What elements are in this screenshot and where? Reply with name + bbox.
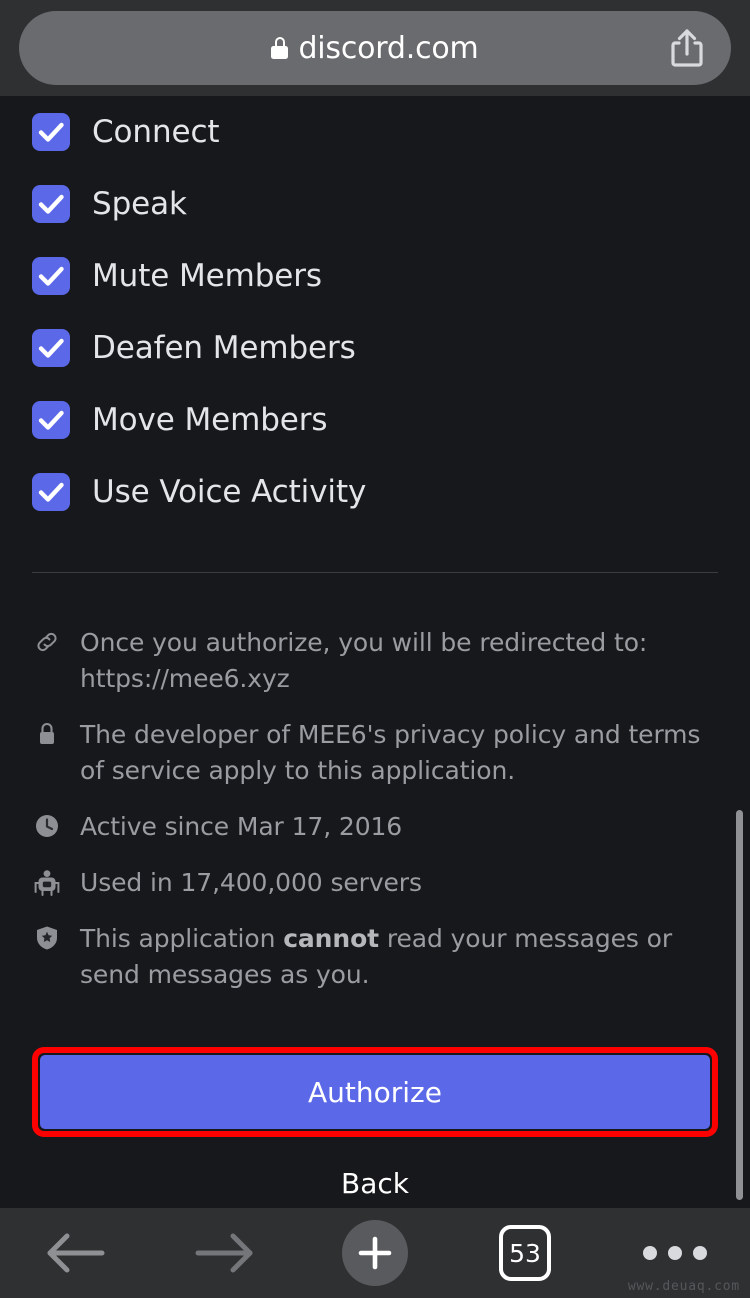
url-bar[interactable]: discord.com xyxy=(19,11,731,85)
info-row-message-scope: This application cannot read your messag… xyxy=(32,921,718,993)
info-row-redirect: Once you authorize, you will be redirect… xyxy=(32,625,718,697)
checkbox-checked-icon[interactable] xyxy=(32,401,70,439)
browser-bottom-toolbar: 53 www.deuaq.com xyxy=(0,1208,750,1298)
browser-window: discord.com Connect Speak Mute Members D… xyxy=(0,0,750,1298)
new-tab-button[interactable] xyxy=(300,1208,450,1298)
permission-label: Speak xyxy=(92,185,187,222)
robot-icon xyxy=(32,865,62,899)
page-scrollbar[interactable] xyxy=(736,810,743,1200)
arrow-left-icon xyxy=(47,1233,105,1273)
permission-label: Use Voice Activity xyxy=(92,473,367,510)
permission-row[interactable]: Deafen Members xyxy=(0,312,750,384)
checkbox-checked-icon[interactable] xyxy=(32,473,70,511)
forward-nav-button[interactable] xyxy=(150,1208,300,1298)
plus-icon[interactable] xyxy=(342,1220,408,1286)
tab-count-badge[interactable]: 53 xyxy=(499,1225,551,1281)
share-icon[interactable] xyxy=(669,28,705,68)
permission-row[interactable]: Mute Members xyxy=(0,240,750,312)
info-row-server-count: Used in 17,400,000 servers xyxy=(32,865,718,901)
tabs-button[interactable]: 53 xyxy=(450,1208,600,1298)
authorize-highlight: Authorize xyxy=(32,1047,718,1137)
permission-list: Connect Speak Mute Members Deafen Member… xyxy=(0,96,750,528)
page-content: Connect Speak Mute Members Deafen Member… xyxy=(0,96,750,1208)
checkbox-checked-icon[interactable] xyxy=(32,257,70,295)
permission-row[interactable]: Connect xyxy=(0,96,750,168)
watermark: www.deuaq.com xyxy=(627,1279,740,1294)
permission-row[interactable]: Move Members xyxy=(0,384,750,456)
permission-row[interactable]: Use Voice Activity xyxy=(0,456,750,528)
link-icon xyxy=(32,625,62,659)
lock-icon xyxy=(32,717,62,751)
ellipsis-icon[interactable] xyxy=(643,1246,707,1260)
authorize-button[interactable]: Authorize xyxy=(40,1055,710,1129)
permission-row[interactable]: Speak xyxy=(0,168,750,240)
info-text: This application cannot read your messag… xyxy=(80,921,712,993)
back-nav-button[interactable] xyxy=(0,1208,150,1298)
info-text: The developer of MEE6's privacy policy a… xyxy=(80,720,701,785)
url-text: discord.com xyxy=(298,30,479,66)
checkbox-checked-icon[interactable] xyxy=(32,113,70,151)
browser-top-bar: discord.com xyxy=(0,0,750,96)
info-row-privacy: The developer of MEE6's privacy policy a… xyxy=(32,717,718,789)
info-row-active-since: Active since Mar 17, 2016 xyxy=(32,809,718,845)
permission-label: Mute Members xyxy=(92,257,322,294)
divider xyxy=(32,572,718,573)
arrow-right-icon xyxy=(195,1233,253,1273)
back-button[interactable]: Back xyxy=(32,1167,718,1200)
permission-label: Deafen Members xyxy=(92,329,356,366)
info-text: Once you authorize, you will be redirect… xyxy=(80,628,648,693)
info-text: Used in 17,400,000 servers xyxy=(80,868,422,897)
clock-icon xyxy=(32,809,62,843)
app-info-list: Once you authorize, you will be redirect… xyxy=(0,625,750,993)
action-buttons: Authorize Back xyxy=(0,1047,750,1200)
permission-label: Move Members xyxy=(92,401,328,438)
checkbox-checked-icon[interactable] xyxy=(32,329,70,367)
info-text-before: This application xyxy=(80,924,284,953)
info-text-emphasis: cannot xyxy=(283,924,379,953)
url-bar-content: discord.com xyxy=(271,30,479,66)
info-text: Active since Mar 17, 2016 xyxy=(80,812,403,841)
lock-icon xyxy=(271,37,289,59)
checkbox-checked-icon[interactable] xyxy=(32,185,70,223)
permission-label: Connect xyxy=(92,113,220,150)
shield-star-icon xyxy=(32,921,62,955)
